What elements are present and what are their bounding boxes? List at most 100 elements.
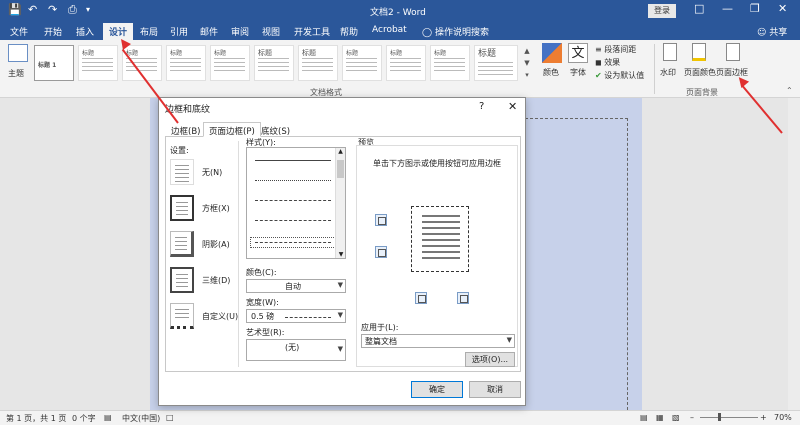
proofing-icon[interactable]: ▤ <box>104 413 112 422</box>
left-border-button[interactable] <box>415 292 427 304</box>
themes-button[interactable]: 主题 <box>6 44 30 84</box>
style-option-solid[interactable] <box>255 160 331 161</box>
scroll-thumb[interactable] <box>337 160 344 178</box>
style-option-dashed-small[interactable] <box>255 200 331 201</box>
window-title: 文档2 - Word <box>370 8 426 18</box>
paragraph-spacing-button[interactable]: ≡ 段落间距 <box>595 44 636 55</box>
style-set-2[interactable]: 标题 <box>78 45 118 81</box>
page-border-guide <box>520 118 628 410</box>
tab-layout[interactable]: 布局 <box>140 25 158 38</box>
zoom-level[interactable]: 70% <box>774 413 792 422</box>
style-set-5[interactable]: 标题 <box>210 45 250 81</box>
style-list-scrollbar[interactable]: ▲ ▼ <box>335 148 345 258</box>
tab-design[interactable]: 设计 <box>103 23 134 40</box>
share-button[interactable]: ☺ 共享 <box>757 25 787 38</box>
word-count[interactable]: 0 个字 <box>72 413 96 424</box>
scroll-up-icon[interactable]: ▲ <box>336 148 345 155</box>
tab-home[interactable]: 开始 <box>44 25 62 38</box>
tab-insert[interactable]: 插入 <box>76 25 94 38</box>
art-dropdown[interactable]: (无) ▼ <box>246 339 346 361</box>
redo-icon[interactable]: ↷ <box>48 3 57 16</box>
effects-button[interactable]: ◼ 效果 <box>595 57 620 68</box>
setting-box[interactable]: 方框(X) <box>170 195 246 225</box>
minimize-icon[interactable]: — <box>722 2 733 15</box>
tab-review[interactable]: 审阅 <box>231 25 249 38</box>
style-set-10[interactable]: 标题 <box>430 45 470 81</box>
tab-borders[interactable]: 边框(B) <box>165 122 206 137</box>
style-option-dotted[interactable] <box>255 180 331 181</box>
zoom-out-icon[interactable]: – <box>690 413 694 422</box>
art-value: (无) <box>285 343 300 352</box>
page-color-label: 页面颜色 <box>684 68 716 77</box>
language-indicator[interactable]: 中文(中国) <box>122 413 160 424</box>
setting-shadow-label: 阴影(A) <box>202 240 230 249</box>
tab-view[interactable]: 视图 <box>262 25 280 38</box>
customize-toolbar-icon[interactable]: ▾ <box>86 5 90 14</box>
web-layout-icon[interactable]: ▧ <box>672 413 680 422</box>
read-mode-icon[interactable]: ▤ <box>640 413 648 422</box>
setting-custom[interactable]: 自定义(U) <box>170 303 246 333</box>
zoom-slider-thumb[interactable] <box>718 413 721 421</box>
close-icon[interactable]: ✕ <box>508 100 517 113</box>
border-style-list[interactable]: ▲ ▼ <box>246 147 346 259</box>
style-set-4[interactable]: 标题 <box>166 45 206 81</box>
close-window-icon[interactable]: ✕ <box>778 2 787 15</box>
tab-references[interactable]: 引用 <box>170 25 188 38</box>
tab-file[interactable]: 文件 <box>10 25 28 38</box>
width-dropdown[interactable]: 0.5 磅 ▼ <box>246 309 346 323</box>
restore-icon[interactable]: ❐ <box>750 2 760 15</box>
print-layout-icon[interactable]: ▦ <box>656 413 664 422</box>
top-border-button[interactable] <box>375 214 387 226</box>
tab-developer[interactable]: 开发工具 <box>294 25 330 38</box>
tab-acrobat[interactable]: Acrobat <box>372 25 407 35</box>
style-option-dash-dot-selected[interactable] <box>250 237 336 248</box>
login-button[interactable]: 登录 <box>648 4 676 18</box>
right-border-button[interactable] <box>457 292 469 304</box>
style-set-1[interactable]: 标题 1 <box>34 45 74 81</box>
collapse-ribbon-icon[interactable]: ⌃ <box>786 86 793 95</box>
scroll-down-icon[interactable]: ▼ <box>336 251 346 258</box>
tab-mailings[interactable]: 邮件 <box>200 25 218 38</box>
style-option-dashed[interactable] <box>255 220 331 221</box>
page-count[interactable]: 第 1 页，共 1 页 <box>6 413 66 424</box>
set-default-button[interactable]: ✔ 设为默认值 <box>595 70 644 81</box>
bottom-border-button[interactable] <box>375 246 387 258</box>
zoom-slider[interactable] <box>700 417 758 418</box>
color-label: 颜色(C): <box>246 268 277 277</box>
undo-icon[interactable]: ↶ <box>28 3 37 16</box>
ribbon-display-icon[interactable]: □ <box>694 2 704 15</box>
help-icon[interactable]: ? <box>479 101 484 112</box>
cancel-button[interactable]: 取消 <box>469 381 521 398</box>
watermark-button[interactable]: 水印 <box>660 43 682 85</box>
tab-help[interactable]: 帮助 <box>340 25 358 38</box>
tab-shading[interactable]: 底纹(S) <box>255 122 296 137</box>
style-set-11[interactable]: 标题 <box>474 45 518 81</box>
color-dropdown[interactable]: 自动 ▼ <box>246 279 346 293</box>
share-label: 共享 <box>769 28 788 38</box>
setting-shadow[interactable]: 阴影(A) <box>170 231 246 261</box>
preview-page[interactable] <box>411 206 469 272</box>
ok-button[interactable]: 确定 <box>411 381 463 398</box>
style-set-9[interactable]: 标题 <box>386 45 426 81</box>
colors-label: 颜色 <box>543 68 559 77</box>
ribbon-design: 主题 标题 1 标题 标题 标题 标题 标题 标题 标题 标题 标题 标题 ▲ … <box>0 40 800 98</box>
setting-none[interactable]: 无(N) <box>170 159 246 189</box>
style-set-8[interactable]: 标题 <box>342 45 382 81</box>
accessibility-icon[interactable]: □ <box>166 413 174 422</box>
width-label: 宽度(W): <box>246 298 279 307</box>
colors-button[interactable]: 颜色 <box>540 43 564 85</box>
setting-3d[interactable]: 三维(D) <box>170 267 246 297</box>
vertical-scrollbar[interactable] <box>788 98 800 410</box>
fonts-button[interactable]: 文 字体 <box>568 43 590 85</box>
style-set-6[interactable]: 标题 <box>254 45 294 81</box>
style-gallery-scroll[interactable]: ▲ ▼ ▾ <box>522 45 532 81</box>
options-button[interactable]: 选项(O)... <box>465 352 515 367</box>
page-color-button[interactable]: 页面颜色 <box>684 43 716 85</box>
save-icon[interactable]: 💾 <box>8 3 22 16</box>
tab-page-border[interactable]: 页面边框(P) <box>203 122 261 137</box>
print-preview-icon[interactable]: ⎙ <box>68 3 77 17</box>
zoom-in-icon[interactable]: + <box>760 413 767 422</box>
tell-me-search[interactable]: ◯ 操作说明搜索 <box>422 25 489 38</box>
style-set-7[interactable]: 标题 <box>298 45 338 81</box>
apply-to-dropdown[interactable]: 整篇文档 ▼ <box>361 334 515 348</box>
